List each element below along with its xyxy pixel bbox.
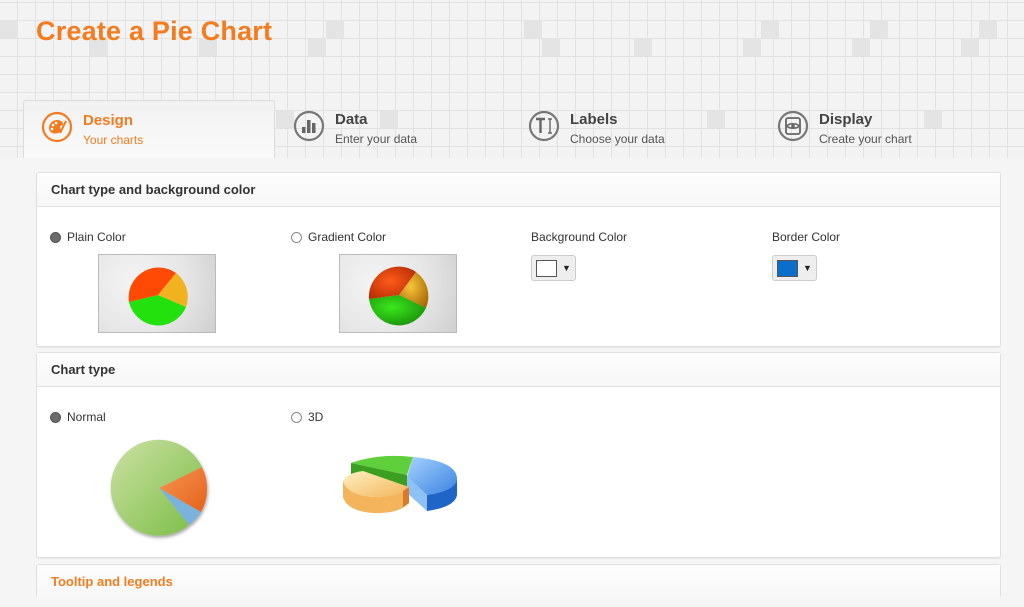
tab-title: Display	[819, 111, 873, 128]
grid-cell	[308, 38, 326, 56]
eye-display-icon	[777, 110, 809, 142]
grid-cell	[961, 38, 979, 56]
3d-radio[interactable]	[291, 411, 302, 423]
tab-title: Labels	[570, 111, 618, 128]
gradient-color-preview[interactable]	[339, 254, 457, 333]
tab-data[interactable]: Data Enter your data	[293, 100, 417, 158]
3d-pie-icon	[343, 455, 457, 514]
panel-title: Chart type	[37, 353, 1000, 387]
tab-display[interactable]: Display Create your chart	[777, 100, 912, 158]
page-title: Create a Pie Chart	[36, 16, 273, 46]
tooltip-legends-panel[interactable]: Tooltip and legends	[36, 564, 1001, 599]
option-label: Gradient Color	[308, 230, 387, 244]
plain-color-preview[interactable]	[98, 254, 216, 333]
tab-title: Design	[83, 112, 134, 129]
grid-cell	[326, 20, 344, 38]
background-color-swatch	[536, 259, 557, 277]
grid-cell	[542, 38, 560, 56]
text-cursor-icon	[528, 110, 560, 142]
option-label: Plain Color	[67, 230, 126, 244]
panel-title: Chart type and background color	[37, 173, 1000, 207]
gradient-pie-preview-icon	[368, 266, 429, 326]
tab-subtitle: Enter your data	[335, 132, 418, 146]
grid-cell	[761, 20, 779, 38]
gradient-color-option[interactable]: Gradient Color	[291, 230, 386, 244]
normal-option[interactable]: Normal	[50, 410, 106, 424]
plain-pie-preview-icon	[128, 267, 188, 326]
background-color-picker[interactable]: ▼	[531, 255, 576, 281]
border-color-picker[interactable]: ▼	[772, 255, 817, 281]
palette-icon	[41, 111, 73, 143]
tab-subtitle: Your charts	[83, 133, 144, 147]
background-color-label: Background Color	[531, 230, 628, 244]
3d-pie-preview[interactable]	[339, 451, 469, 536]
gradient-color-radio[interactable]	[291, 231, 302, 243]
3d-option[interactable]: 3D	[291, 410, 323, 424]
grid-cell	[276, 110, 294, 128]
chevron-down-icon: ▼	[803, 263, 812, 273]
grid-cell	[0, 20, 18, 38]
tab-subtitle: Create your chart	[819, 132, 912, 146]
border-color-swatch	[777, 259, 798, 277]
tab-labels[interactable]: Labels Choose your data	[528, 100, 665, 158]
panel-title[interactable]: Tooltip and legends	[37, 565, 1000, 599]
tab-title: Data	[335, 111, 368, 128]
chart-type-panel: Chart type Normal 3D	[36, 352, 1001, 558]
bar-chart-icon	[293, 110, 325, 142]
normal-pie-icon	[110, 439, 208, 536]
grid-cell	[924, 110, 942, 128]
tab-design[interactable]: Design Your charts	[23, 100, 275, 158]
background-color-panel: Chart type and background color Plain Co…	[36, 172, 1001, 347]
grid-cell	[634, 38, 652, 56]
tab-subtitle: Choose your data	[570, 132, 665, 146]
grid-cell	[743, 38, 761, 56]
plain-color-option[interactable]: Plain Color	[50, 230, 126, 244]
grid-cell	[979, 20, 997, 38]
grid-cell	[852, 38, 870, 56]
grid-cell	[707, 110, 725, 128]
option-label: 3D	[308, 410, 324, 424]
option-label: Normal	[67, 410, 106, 424]
grid-cell	[870, 20, 888, 38]
chevron-down-icon: ▼	[562, 263, 571, 273]
plain-color-radio[interactable]	[50, 231, 61, 243]
border-color-label: Border Color	[772, 230, 841, 244]
normal-radio[interactable]	[50, 411, 61, 423]
grid-cell	[524, 20, 542, 38]
normal-pie-preview[interactable]	[102, 438, 212, 548]
